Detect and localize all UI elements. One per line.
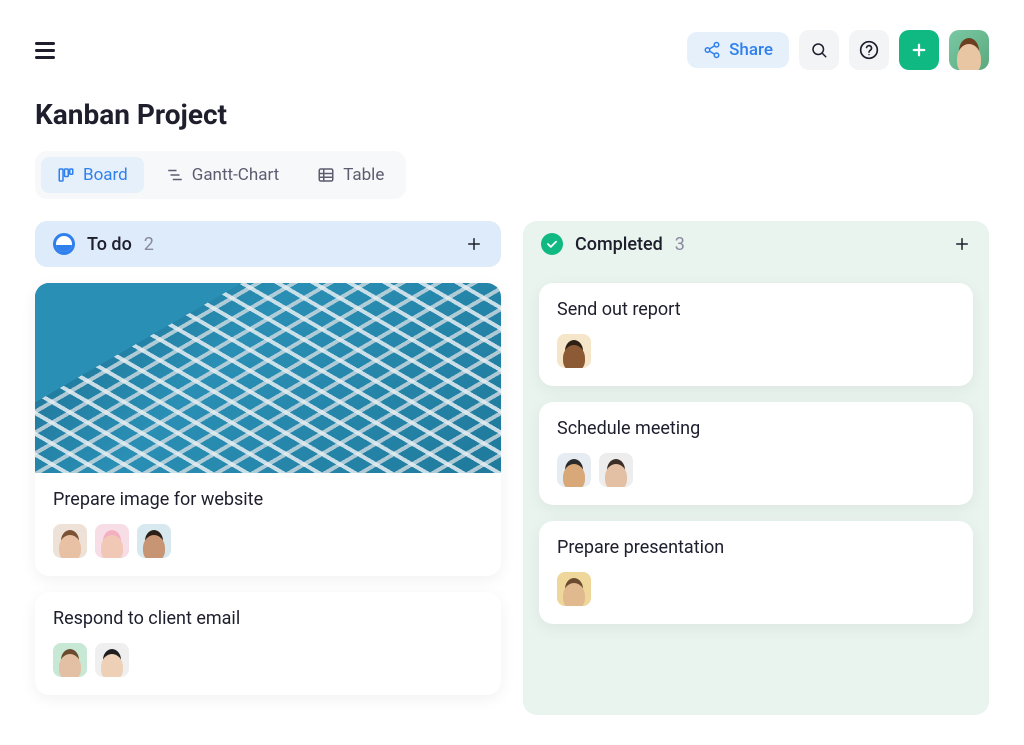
card-assignees (53, 643, 483, 677)
view-tab-table[interactable]: Table (301, 157, 400, 193)
column-header-todo[interactable]: To do 2 (35, 221, 501, 267)
card-assignees (53, 524, 483, 558)
share-label: Share (729, 40, 773, 60)
view-tab-board-label: Board (83, 165, 128, 185)
assignee-avatar[interactable] (53, 643, 87, 677)
card-assignees (557, 572, 955, 606)
assignee-avatar[interactable] (95, 524, 129, 558)
assignee-avatar[interactable] (599, 453, 633, 487)
card-title: Schedule meeting (557, 418, 955, 439)
status-todo-icon (53, 233, 75, 255)
card-assignees (557, 334, 955, 368)
card[interactable]: Prepare presentation (539, 521, 973, 624)
plus-icon (910, 41, 928, 59)
view-tab-table-label: Table (343, 165, 384, 185)
share-button[interactable]: Share (687, 32, 789, 68)
column-count-completed: 3 (675, 234, 685, 255)
add-card-completed[interactable] (953, 235, 971, 253)
help-button[interactable] (849, 30, 889, 70)
plus-icon (465, 235, 483, 253)
search-button[interactable] (799, 30, 839, 70)
card[interactable]: Respond to client email (35, 592, 501, 695)
assignee-avatar[interactable] (53, 524, 87, 558)
help-icon (859, 40, 879, 60)
card-title: Respond to client email (53, 608, 483, 629)
card-title: Prepare presentation (557, 537, 955, 558)
assignee-avatar[interactable] (95, 643, 129, 677)
page-title: Kanban Project (35, 98, 989, 131)
status-completed-icon (541, 233, 563, 255)
column-name-todo: To do (87, 234, 132, 255)
card-title: Send out report (557, 299, 955, 320)
board-icon (57, 166, 75, 184)
view-tab-gantt-label: Gantt-Chart (192, 165, 279, 185)
assignee-avatar[interactable] (557, 453, 591, 487)
card[interactable]: Prepare image for website (35, 283, 501, 576)
card-assignees (557, 453, 955, 487)
column-completed: Completed 3 Send out report Schedule mee… (523, 221, 989, 715)
kanban-board: To do 2 Prepare image for website (0, 199, 1024, 715)
table-icon (317, 166, 335, 184)
create-button[interactable] (899, 30, 939, 70)
search-icon (810, 41, 828, 59)
gantt-icon (166, 166, 184, 184)
assignee-avatar[interactable] (557, 572, 591, 606)
column-header-completed[interactable]: Completed 3 (523, 221, 989, 267)
card-cover-image (35, 283, 501, 473)
add-card-todo[interactable] (465, 235, 483, 253)
column-name-completed: Completed (575, 234, 663, 255)
card[interactable]: Send out report (539, 283, 973, 386)
card[interactable]: Schedule meeting (539, 402, 973, 505)
share-icon (703, 41, 721, 59)
menu-button[interactable] (35, 42, 55, 59)
view-tab-gantt[interactable]: Gantt-Chart (150, 157, 295, 193)
assignee-avatar[interactable] (557, 334, 591, 368)
plus-icon (953, 235, 971, 253)
column-count-todo: 2 (144, 234, 154, 255)
user-avatar[interactable] (949, 30, 989, 70)
view-switcher: Board Gantt-Chart Table (35, 151, 406, 199)
view-tab-board[interactable]: Board (41, 157, 144, 193)
card-title: Prepare image for website (53, 489, 483, 510)
assignee-avatar[interactable] (137, 524, 171, 558)
column-todo: To do 2 Prepare image for website (35, 221, 501, 715)
